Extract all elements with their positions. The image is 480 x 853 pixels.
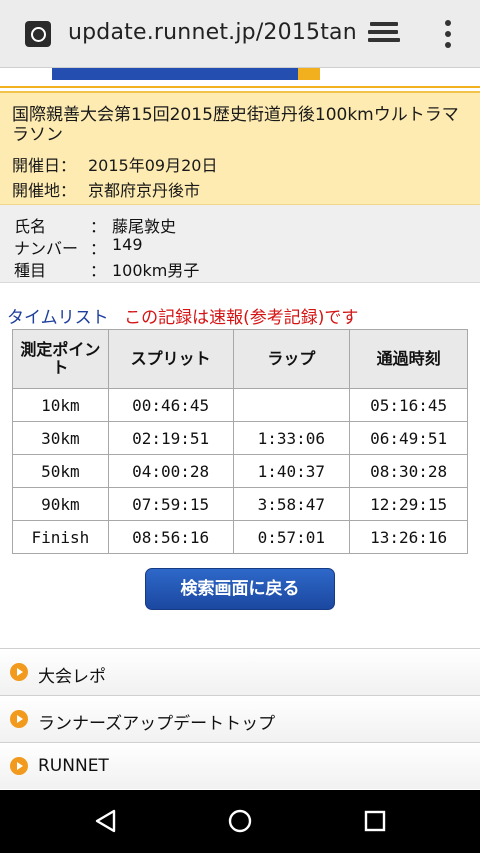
runner-row-colon: ： <box>90 261 107 280</box>
event-info: 国際親善大会第15回2015歴史街道丹後100kmウルトラマラソン 開催日： 2… <box>0 91 480 205</box>
cell-point: 50km <box>12 454 109 488</box>
cell-lap <box>232 388 351 422</box>
runner-number-value: 149 <box>112 235 143 254</box>
globe-icon[interactable] <box>25 21 51 47</box>
header-passing-time: 通過時刻 <box>349 329 468 389</box>
link-runnet[interactable]: RUNNET <box>0 742 480 789</box>
home-circle-icon[interactable] <box>226 807 254 835</box>
cell-passing-time: 05:16:45 <box>349 388 468 422</box>
arrow-right-circle-icon <box>10 757 28 775</box>
cell-lap: 1:40:37 <box>232 454 351 488</box>
runner-number-row: ナンバー ： 149 <box>14 235 143 259</box>
url-field[interactable]: update.runnet.jp/2015tan <box>68 20 357 45</box>
cell-passing-time: 08:30:28 <box>349 454 468 488</box>
browser-toolbar: update.runnet.jp/2015tan <box>0 0 480 68</box>
runner-row-colon: ： <box>90 217 107 236</box>
runner-row-label: ナンバー <box>14 239 79 258</box>
header-split: スプリット <box>107 329 234 389</box>
runner-row-label: 種目 <box>14 261 47 280</box>
cell-point: 90km <box>12 487 109 521</box>
cell-lap: 3:58:47 <box>232 487 351 521</box>
cell-point: 30km <box>12 421 109 455</box>
event-date-label: 開催日： <box>12 156 77 175</box>
arrow-right-circle-icon <box>10 663 28 681</box>
cell-split: 07:59:15 <box>107 487 234 521</box>
table-row: 90km 07:59:15 3:58:47 12:29:15 <box>12 487 468 521</box>
event-date-row: 開催日： 2015年09月20日 <box>12 152 217 176</box>
site-banner[interactable] <box>0 68 480 90</box>
table-row: 10km 00:46:45 05:16:45 <box>12 388 468 422</box>
cell-point: Finish <box>12 520 109 554</box>
cell-lap: 0:57:01 <box>232 520 351 554</box>
runner-name-value: 藤尾敦史 <box>112 217 177 236</box>
table-row: Finish 08:56:16 0:57:01 13:26:16 <box>12 520 468 554</box>
cell-split: 02:19:51 <box>107 421 234 455</box>
more-vert-icon[interactable] <box>444 20 452 48</box>
cell-split: 00:46:45 <box>107 388 234 422</box>
cell-point: 10km <box>12 388 109 422</box>
cell-lap: 1:33:06 <box>232 421 351 455</box>
cell-passing-time: 13:26:16 <box>349 520 468 554</box>
runner-category-value: 100km男子 <box>112 261 200 280</box>
tabs-icon[interactable] <box>368 22 400 46</box>
timelist-note: この記録は速報(参考記録)です <box>124 308 359 328</box>
table-row: 50km 04:00:28 1:40:37 08:30:28 <box>12 454 468 488</box>
runner-category-row: 種目 ： 100km男子 <box>14 257 199 281</box>
link-label: 大会レポ <box>38 667 106 687</box>
cell-split: 04:00:28 <box>107 454 234 488</box>
header-lap: ラップ <box>232 329 351 389</box>
arrow-right-circle-icon <box>10 710 28 728</box>
event-date-value: 2015年09月20日 <box>88 156 218 175</box>
cell-passing-time: 12:29:15 <box>349 487 468 521</box>
link-label: ランナーズアップデートトップ <box>38 714 276 734</box>
event-title: 国際親善大会第15回2015歴史街道丹後100kmウルトラマラソン <box>12 105 459 145</box>
table-row: 30km 02:19:51 1:33:06 06:49:51 <box>12 421 468 455</box>
timelist-heading: タイムリスト この記録は速報(参考記録)です <box>7 303 358 328</box>
timelist-title: タイムリスト <box>7 308 109 328</box>
banner-divider <box>0 86 480 88</box>
cell-split: 08:56:16 <box>107 520 234 554</box>
event-place-label: 開催地： <box>12 181 77 200</box>
link-label: RUNNET <box>38 756 109 776</box>
banner-mark <box>298 68 320 80</box>
footer-links: 大会レポ ランナーズアップデートトップ RUNNET <box>0 648 480 789</box>
runner-row-colon: ： <box>90 239 107 258</box>
system-nav-bar <box>0 790 480 853</box>
runner-name-row: 氏名 ： 藤尾敦史 <box>14 213 176 237</box>
split-time-table: 測定ポイント スプリット ラップ 通過時刻 10km 00:46:45 05:1… <box>12 329 468 554</box>
runner-row-label: 氏名 <box>14 217 47 236</box>
back-to-search-button[interactable]: 検索画面に戻る <box>145 568 335 610</box>
event-place-row: 開催地： 京都府京丹後市 <box>12 177 200 201</box>
event-place-value: 京都府京丹後市 <box>88 181 201 200</box>
runner-info: 氏名 ： 藤尾敦史 ナンバー ： 149 種目 ： 100km男子 <box>0 205 480 283</box>
link-runners-update-top[interactable]: ランナーズアップデートトップ <box>0 695 480 742</box>
back-triangle-icon[interactable] <box>92 807 120 835</box>
cell-passing-time: 06:49:51 <box>349 421 468 455</box>
table-header-row: 測定ポイント スプリット ラップ 通過時刻 <box>12 329 468 389</box>
recents-square-icon[interactable] <box>361 807 389 835</box>
header-point: 測定ポイント <box>12 329 109 389</box>
banner-stripe <box>52 68 312 80</box>
link-race-report[interactable]: 大会レポ <box>0 648 480 695</box>
